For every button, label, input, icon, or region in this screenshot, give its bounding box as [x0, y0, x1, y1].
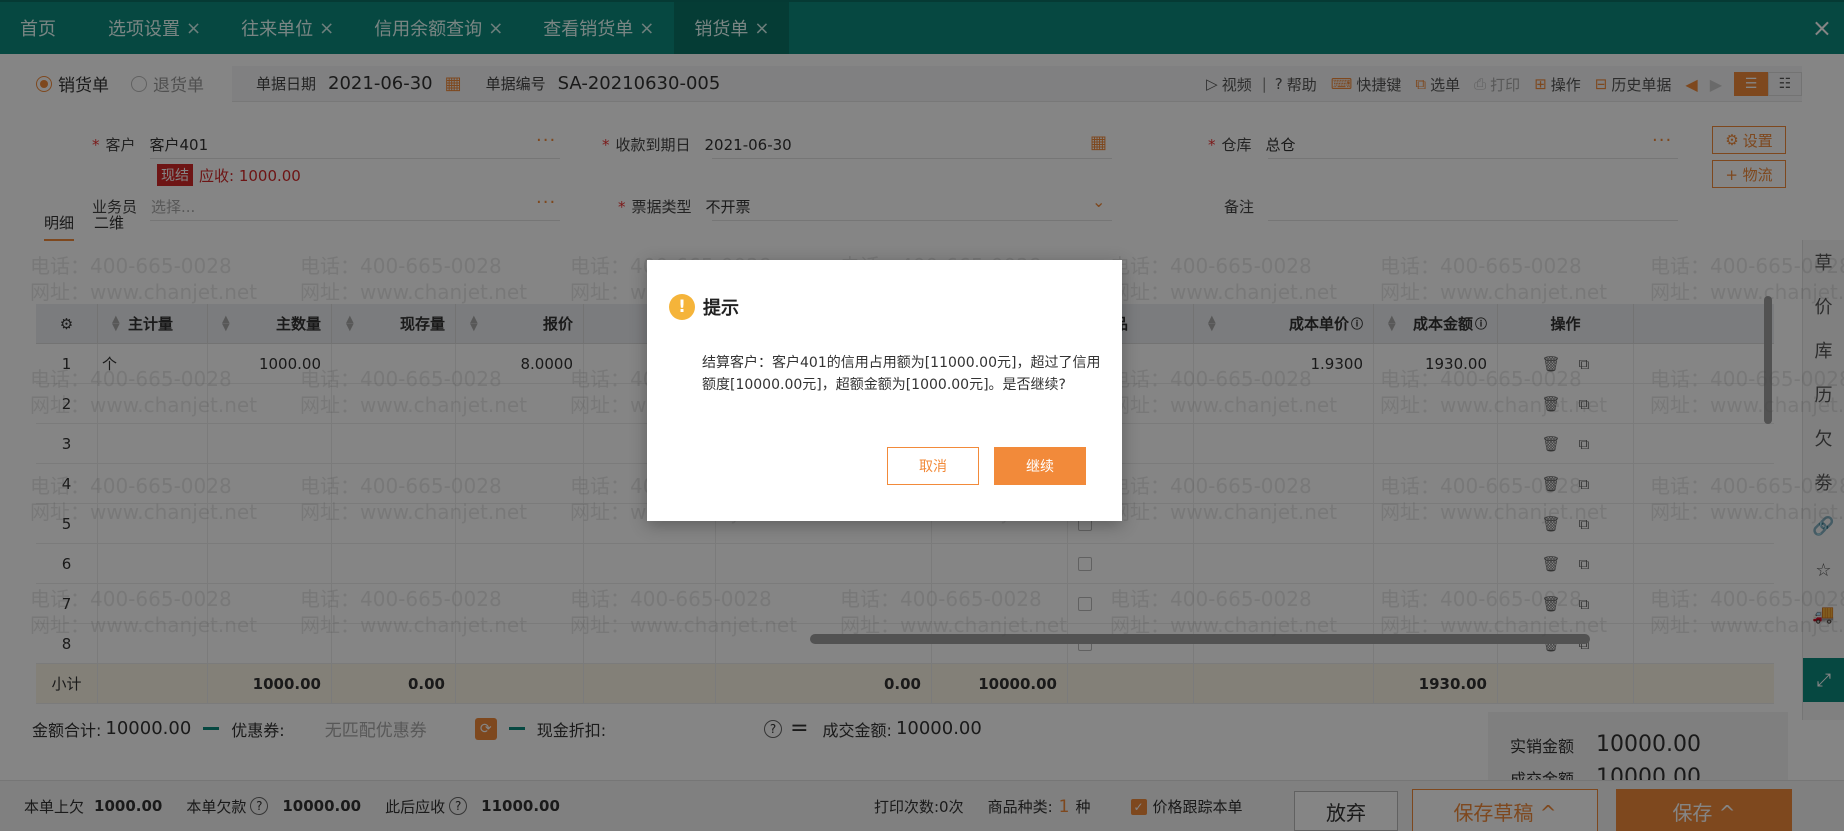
dialog-message: 结算客户：客户401的信用占用额为[11000.00元]，超过了信用额度[100…	[702, 355, 1101, 393]
dialog-title-text: 提示	[703, 298, 739, 319]
continue-button[interactable]: 继续	[994, 447, 1086, 485]
cancel-button[interactable]: 取消	[887, 447, 979, 485]
confirm-dialog: ! 提示 结算客户：客户401的信用占用额为[11000.00元]，超过了信用额…	[647, 260, 1122, 521]
warning-icon: !	[669, 294, 695, 320]
dialog-title: ! 提示	[669, 294, 739, 320]
